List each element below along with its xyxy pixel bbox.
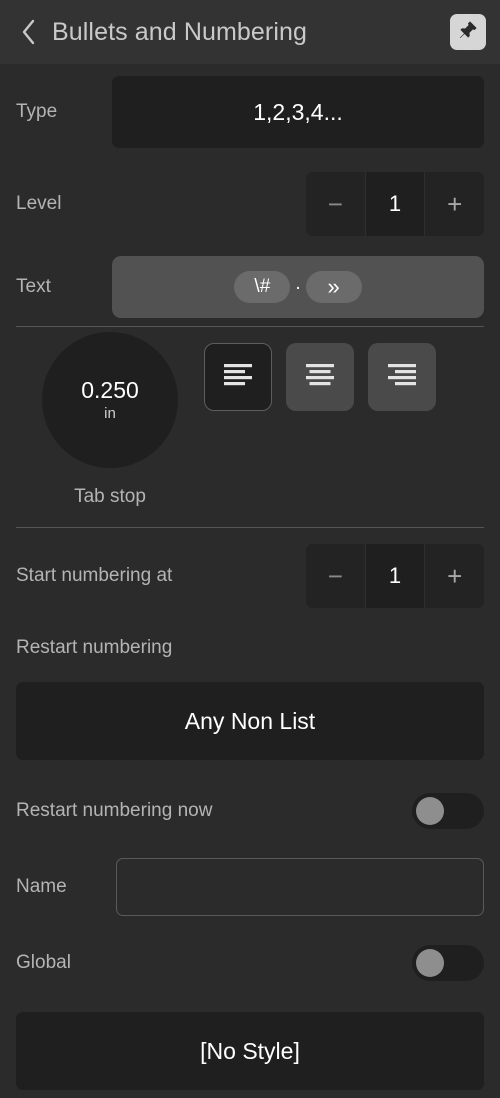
token-separator: . (295, 273, 301, 294)
level-row: Level − 1 + (0, 160, 500, 248)
align-right-icon (385, 360, 419, 395)
align-center-button[interactable] (286, 343, 354, 411)
level-stepper[interactable]: − 1 + (306, 172, 484, 236)
pushpin-icon (457, 19, 479, 46)
restart-numbering-dropdown[interactable]: Any Non List (16, 682, 484, 760)
global-toggle[interactable] (412, 945, 484, 981)
name-row: Name (0, 850, 500, 924)
start-numbering-increment-button[interactable]: + (425, 544, 484, 608)
minus-icon: − (327, 560, 343, 591)
level-value: 1 (364, 172, 426, 236)
plus-icon: + (447, 560, 463, 591)
restart-numbering-row: Restart numbering (0, 624, 500, 672)
restart-now-label: Restart numbering now (16, 800, 213, 821)
level-label: Level (16, 193, 62, 214)
global-label: Global (16, 952, 71, 973)
token-number[interactable]: \# (234, 271, 291, 303)
align-left-button[interactable] (204, 343, 272, 411)
start-numbering-label: Start numbering at (16, 565, 173, 586)
restart-numbering-value: Any Non List (184, 707, 316, 734)
token-tab[interactable]: » (305, 271, 362, 303)
name-input[interactable] (116, 858, 484, 916)
align-center-icon (303, 360, 337, 395)
panel-header: Bullets and Numbering (0, 0, 500, 64)
start-numbering-stepper[interactable]: − 1 + (306, 544, 484, 608)
style-button[interactable]: [No Style] (16, 1012, 484, 1090)
type-value: 1,2,3,4... (253, 98, 343, 125)
text-label: Text (16, 276, 51, 297)
back-button[interactable] (18, 17, 40, 47)
tab-stop-section: 0.250 in Tab stop (0, 327, 500, 527)
start-numbering-row: Start numbering at − 1 + (0, 528, 500, 624)
tab-stop-caption: Tab stop (74, 486, 146, 507)
name-label: Name (16, 876, 67, 897)
page-title: Bullets and Numbering (52, 17, 308, 46)
chevron-left-icon (20, 18, 38, 46)
minus-icon: − (327, 188, 343, 219)
tab-stop-dial-group: 0.250 in Tab stop (16, 332, 204, 508)
start-numbering-value: 1 (364, 544, 426, 608)
tab-stop-dial[interactable]: 0.250 in (42, 332, 178, 468)
align-left-icon (221, 360, 255, 395)
tab-stop-unit: in (104, 405, 116, 423)
alignment-button-group (204, 332, 436, 411)
bullets-and-numbering-panel: Bullets and Numbering Type 1,2,3,4... Le… (0, 0, 500, 1098)
toggle-knob (416, 797, 444, 825)
type-row: Type 1,2,3,4... (0, 64, 500, 160)
level-increment-button[interactable]: + (425, 172, 484, 236)
style-button-label: [No Style] (200, 1037, 300, 1064)
restart-now-row: Restart numbering now (0, 772, 500, 850)
start-numbering-decrement-button[interactable]: − (306, 544, 365, 608)
global-row: Global (0, 924, 500, 1002)
level-decrement-button[interactable]: − (306, 172, 365, 236)
type-label: Type (16, 101, 58, 122)
text-token-field[interactable]: \# . » (112, 256, 484, 318)
restart-numbering-label: Restart numbering (16, 637, 173, 658)
align-right-button[interactable] (368, 343, 436, 411)
pin-button[interactable] (450, 14, 486, 50)
tab-stop-value: 0.250 (81, 376, 139, 403)
text-row: Text \# . » (0, 248, 500, 326)
toggle-knob (416, 949, 444, 977)
plus-icon: + (447, 188, 463, 219)
restart-now-toggle[interactable] (412, 793, 484, 829)
type-dropdown[interactable]: 1,2,3,4... (112, 76, 484, 148)
